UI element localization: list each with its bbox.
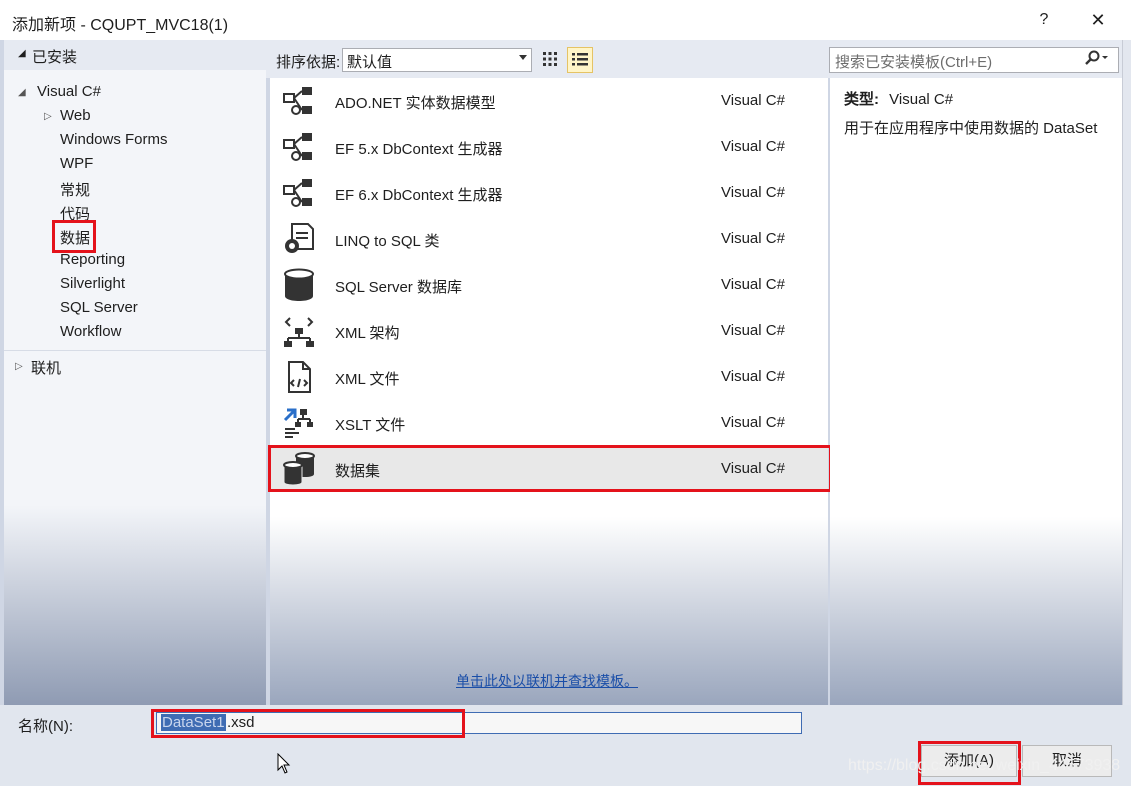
template-language: Visual C# bbox=[721, 276, 785, 293]
details-view-button[interactable] bbox=[567, 47, 593, 73]
template-row[interactable]: XML 架构 Visual C# bbox=[270, 308, 828, 354]
template-row[interactable]: ADO.NET 实体数据模型 Visual C# bbox=[270, 78, 828, 124]
search-icon[interactable] bbox=[1082, 50, 1110, 72]
tree-item-wpf[interactable]: WPF bbox=[60, 155, 93, 172]
annotation-highlight-data bbox=[52, 220, 96, 253]
sort-toolbar: 排序依据: 默认值 bbox=[266, 40, 826, 78]
template-language: Visual C# bbox=[721, 322, 785, 339]
watermark-text: https://blog.csdn.net/weixin_44573938 bbox=[848, 757, 1121, 774]
tree-item-reporting[interactable]: Reporting bbox=[60, 251, 125, 268]
xml-schema-icon bbox=[284, 317, 314, 347]
template-name: EF 6.x DbContext 生成器 bbox=[335, 187, 503, 204]
search-input[interactable]: 搜索已安装模板(Ctrl+E) bbox=[829, 47, 1119, 73]
template-row[interactable]: EF 6.x DbContext 生成器 Visual C# bbox=[270, 170, 828, 216]
expanded-triangle-icon[interactable]: ◢ bbox=[18, 87, 26, 98]
search-bar: 搜索已安装模板(Ctrl+E) bbox=[826, 40, 1122, 78]
tree-item-sql-server[interactable]: SQL Server bbox=[60, 299, 138, 316]
info-type: 类型: Visual C# bbox=[844, 88, 953, 109]
template-name: XML 架构 bbox=[335, 325, 400, 342]
name-label: 名称(N): bbox=[18, 718, 73, 735]
small-icons-view-button[interactable] bbox=[538, 47, 562, 71]
divider bbox=[4, 350, 266, 351]
chevron-down-icon bbox=[519, 55, 527, 60]
sort-dropdown[interactable]: 默认值 bbox=[342, 48, 532, 72]
template-language: Visual C# bbox=[721, 184, 785, 201]
mouse-cursor-icon bbox=[277, 753, 291, 774]
collapsed-triangle-icon[interactable]: ▷ bbox=[44, 111, 52, 122]
template-language: Visual C# bbox=[721, 92, 785, 109]
help-button[interactable]: ? bbox=[1030, 6, 1058, 34]
xml-file-icon bbox=[288, 361, 311, 393]
window-edge bbox=[1122, 40, 1131, 740]
template-name: EF 5.x DbContext 生成器 bbox=[335, 141, 503, 158]
template-row[interactable]: SQL Server 数据库 Visual C# bbox=[270, 262, 828, 308]
entity-model-icon bbox=[283, 179, 312, 207]
collapsed-triangle-icon[interactable]: ▷ bbox=[15, 361, 23, 372]
template-row[interactable]: XML 文件 Visual C# bbox=[270, 354, 828, 400]
installed-label: 已安装 bbox=[32, 49, 78, 66]
annotation-highlight-name bbox=[151, 709, 465, 738]
database-icon bbox=[284, 268, 314, 301]
type-label: 类型: bbox=[844, 91, 879, 108]
search-placeholder: 搜索已安装模板(Ctrl+E) bbox=[835, 54, 993, 71]
info-description: 用于在应用程序中使用数据的 DataSet bbox=[844, 120, 1098, 137]
tree-item-silverlight[interactable]: Silverlight bbox=[60, 275, 125, 292]
template-row[interactable]: LINQ to SQL 类 Visual C# bbox=[270, 216, 828, 262]
tree-item-web[interactable]: Web bbox=[60, 107, 91, 124]
linq-icon bbox=[285, 223, 314, 253]
expanded-triangle-icon: ◢ bbox=[18, 48, 26, 59]
tree-item-visual-csharp[interactable]: Visual C# bbox=[37, 83, 101, 100]
sort-label: 排序依据: bbox=[276, 54, 341, 71]
window-title: 添加新项 - CQUPT_MVC18(1) bbox=[12, 17, 229, 34]
template-language: Visual C# bbox=[721, 414, 785, 431]
tree-item-online[interactable]: 联机 bbox=[31, 357, 61, 378]
template-name: XSLT 文件 bbox=[335, 417, 406, 434]
close-button[interactable]: ✕ bbox=[1084, 6, 1112, 34]
tree-item-general[interactable]: 常规 bbox=[60, 179, 90, 200]
entity-model-icon bbox=[283, 133, 312, 161]
template-name: LINQ to SQL 类 bbox=[335, 233, 440, 250]
template-language: Visual C# bbox=[721, 230, 785, 247]
template-name: XML 文件 bbox=[335, 371, 400, 388]
template-name: SQL Server 数据库 bbox=[335, 279, 462, 296]
details-pane bbox=[830, 78, 1122, 705]
template-language: Visual C# bbox=[721, 138, 785, 155]
annotation-highlight-dataset bbox=[268, 445, 832, 492]
type-value: Visual C# bbox=[889, 91, 954, 108]
sort-value: 默认值 bbox=[347, 54, 393, 71]
xslt-file-icon bbox=[283, 408, 313, 438]
template-name: ADO.NET 实体数据模型 bbox=[335, 95, 496, 112]
installed-header[interactable]: ◢ 已安装 bbox=[4, 40, 266, 70]
tree-item-windows-forms[interactable]: Windows Forms bbox=[60, 131, 168, 148]
online-templates-link[interactable]: 单击此处以联机并查找模板。 bbox=[456, 671, 638, 691]
list-view-icon bbox=[572, 53, 588, 66]
template-row[interactable]: EF 5.x DbContext 生成器 Visual C# bbox=[270, 124, 828, 170]
entity-model-icon bbox=[283, 87, 312, 115]
template-row[interactable]: XSLT 文件 Visual C# bbox=[270, 400, 828, 446]
template-language: Visual C# bbox=[721, 368, 785, 385]
tree-item-workflow[interactable]: Workflow bbox=[60, 323, 121, 340]
grid-view-icon bbox=[543, 52, 557, 66]
title-bar: 添加新项 - CQUPT_MVC18(1) ? ✕ bbox=[0, 0, 1131, 40]
